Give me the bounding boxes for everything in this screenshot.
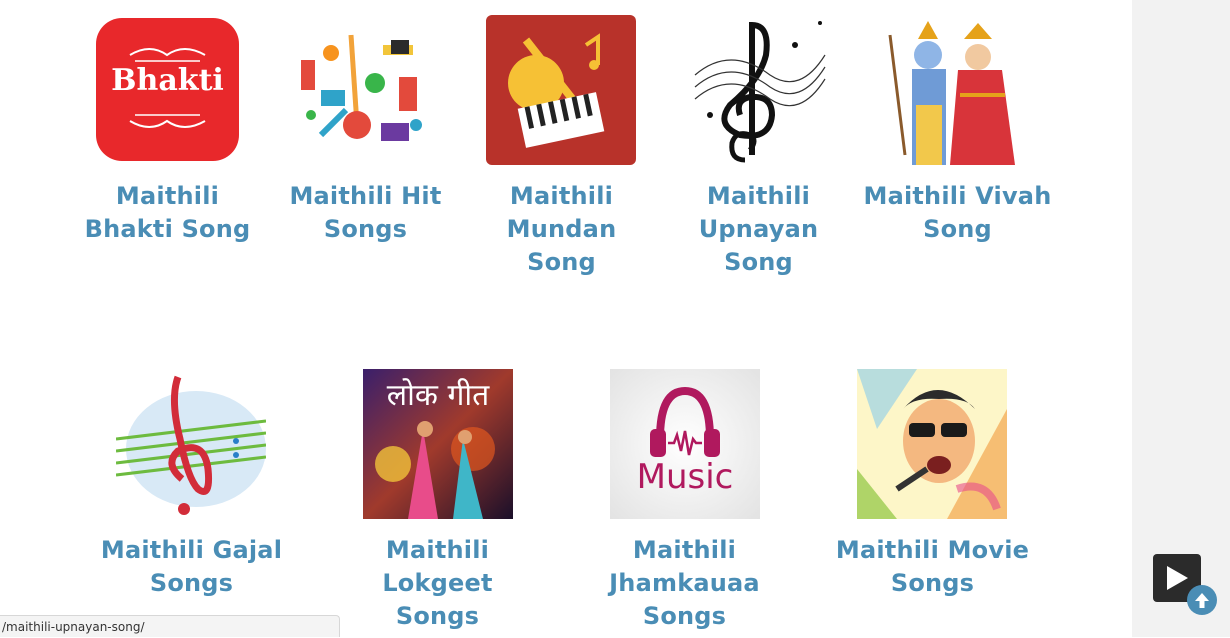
song-title-line[interactable]: Maithili Vivah [860, 180, 1055, 213]
status-url: /maithili-upnayan-song/ [2, 620, 145, 634]
song-title-line[interactable]: Maithili Hit [268, 180, 463, 213]
song-title-line[interactable]: Maithili [587, 534, 782, 567]
song-title-line[interactable]: Song [464, 246, 659, 279]
song-link-hit[interactable]: Maithili Hit Songs [268, 180, 463, 246]
jhamkauaa-thumbnail[interactable]: Music [610, 369, 760, 519]
song-link-mundan[interactable]: Maithili Mundan Song [464, 180, 659, 279]
right-gutter [1132, 0, 1230, 637]
song-title-line[interactable]: Maithili Gajal [94, 534, 289, 567]
gajal-thumbnail[interactable] [116, 369, 266, 519]
movie-thumbnail[interactable] [857, 369, 1007, 519]
song-title-line[interactable]: Song [661, 246, 856, 279]
song-link-movie[interactable]: Maithili Movie Songs [835, 534, 1030, 600]
song-title-line[interactable]: Maithili Movie [835, 534, 1030, 567]
song-title-line[interactable]: Songs [268, 213, 463, 246]
song-link-lokgeet[interactable]: Maithili Lokgeet Songs [340, 534, 535, 633]
song-title-line[interactable]: Maithili [464, 180, 659, 213]
bhakti-thumbnail[interactable]: Bhakti [95, 17, 245, 167]
treble-clef-icon [694, 21, 826, 163]
song-link-vivah[interactable]: Maithili Vivah Song [860, 180, 1055, 246]
music-logo-text: Music [636, 457, 734, 497]
song-link-bhakti[interactable]: Maithili Bhakti Song [70, 180, 265, 246]
song-title-line[interactable]: Songs [835, 567, 1030, 600]
song-link-gajal[interactable]: Maithili Gajal Songs [94, 534, 289, 600]
song-title-line[interactable]: Maithili [661, 180, 856, 213]
song-title-line[interactable]: Bhakti Song [70, 213, 265, 246]
browser-status-bar: /maithili-upnayan-song/ [0, 615, 340, 637]
song-title-line[interactable]: Jhamkauaa [587, 567, 782, 600]
singer-portrait-icon [857, 369, 1007, 519]
instruments-collage-icon [294, 18, 438, 162]
song-title-line[interactable]: Mundan [464, 213, 659, 246]
song-link-jhamkauaa[interactable]: Maithili Jhamkauaa Songs [587, 534, 782, 633]
lokgeet-title-text: लोक गीत [386, 378, 490, 413]
music-clef-icon [116, 375, 266, 515]
arrow-up-icon [1195, 593, 1209, 608]
lokgeet-thumbnail[interactable]: लोक गीत [363, 369, 513, 519]
song-title-line[interactable]: Upnayan [661, 213, 856, 246]
song-title-line[interactable]: Songs [340, 600, 535, 633]
guitar-piano-icon [486, 15, 636, 165]
scroll-to-top-button[interactable] [1187, 585, 1217, 615]
vivah-thumbnail[interactable] [880, 15, 1030, 165]
song-title-line[interactable]: Songs [94, 567, 289, 600]
song-link-upnayan[interactable]: Maithili Upnayan Song [661, 180, 856, 279]
song-title-line[interactable]: Songs [587, 600, 782, 633]
hit-thumbnail[interactable] [291, 15, 441, 165]
ram-sita-icon [880, 15, 1030, 165]
upnayan-thumbnail[interactable] [690, 15, 840, 165]
bhakti-logo-text: Bhakti [111, 63, 224, 98]
play-icon [1167, 566, 1188, 590]
mundan-thumbnail[interactable] [486, 15, 636, 165]
song-title-line[interactable]: Maithili Lokgeet [340, 534, 535, 600]
song-title-line[interactable]: Song [860, 213, 1055, 246]
song-title-line[interactable]: Maithili [70, 180, 265, 213]
